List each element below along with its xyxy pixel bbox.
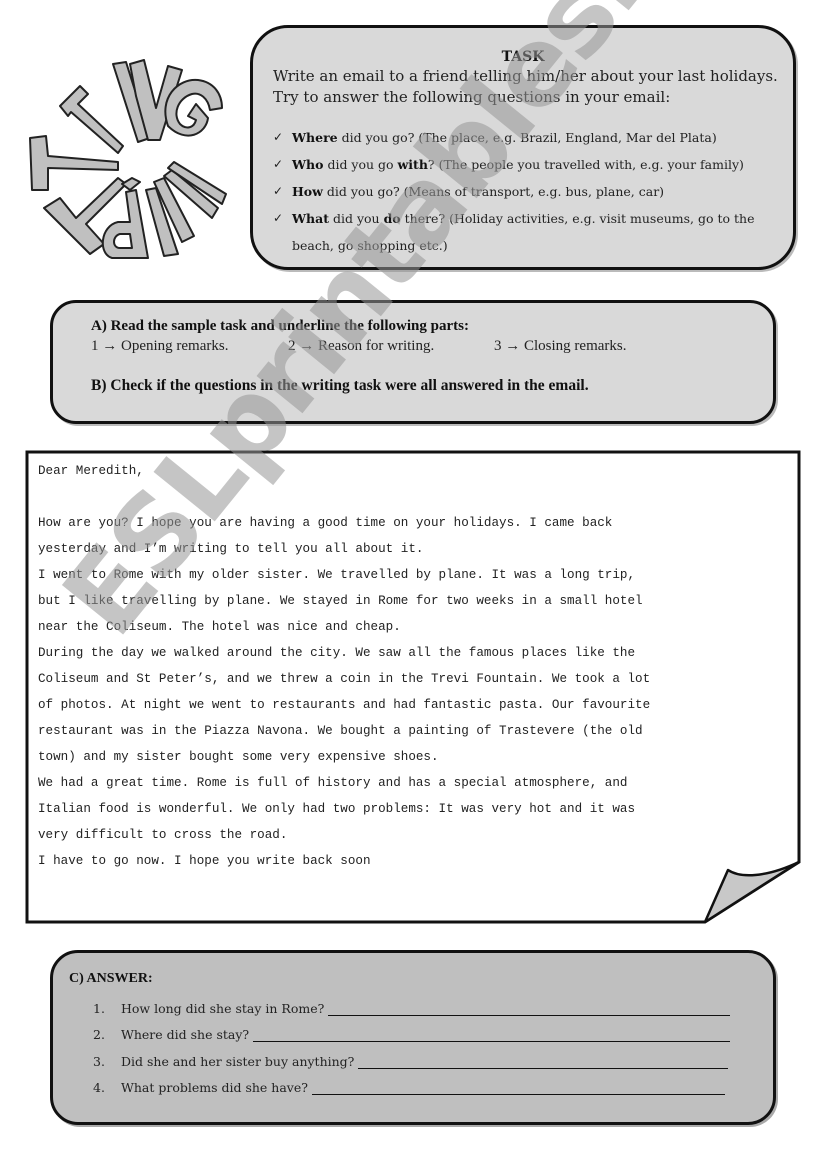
question-keyword: What bbox=[292, 211, 329, 226]
answer-question-item: 1. How long did she stay in Rome? bbox=[93, 989, 731, 1016]
question-text: did you bbox=[329, 211, 384, 226]
email-line: How are you? I hope you are having a goo… bbox=[38, 516, 613, 530]
check-mark-icon: ✓ bbox=[273, 157, 284, 171]
logo-letter-t2 bbox=[29, 135, 119, 191]
question-keyword: Where bbox=[292, 130, 338, 145]
instruction-b: B) Check if the questions in the writing… bbox=[91, 377, 589, 394]
answer-blank-line[interactable] bbox=[311, 1080, 725, 1095]
answer-box: C) ANSWER: 1. How long did she stay in R… bbox=[50, 950, 776, 1125]
task-question-item: ✓ What did you do there? (Holiday activi… bbox=[271, 205, 783, 259]
task-title: TASK bbox=[501, 49, 545, 65]
answer-question-item: 4. What problems did she have? bbox=[93, 1069, 730, 1095]
task-question-item: ✓ How did you go? (Means of transport, e… bbox=[271, 178, 783, 205]
question-text: did you go bbox=[323, 157, 398, 172]
question-keyword: with bbox=[397, 157, 428, 172]
answer-blank-line[interactable] bbox=[328, 1001, 731, 1016]
email-line: of photos. At night we went to restauran… bbox=[38, 698, 651, 712]
question-text: ? (The people you travelled with, e.g. y… bbox=[427, 157, 744, 172]
email-line: but I like travelling by plane. We staye… bbox=[38, 594, 643, 608]
email-line: very difficult to cross the road. bbox=[38, 828, 288, 842]
question-text: What problems did she have? bbox=[121, 1080, 308, 1095]
check-mark-icon: ✓ bbox=[273, 211, 284, 225]
task-question-item: ✓ Where did you go? (The place, e.g. Bra… bbox=[271, 124, 783, 151]
answer-title: C) ANSWER: bbox=[69, 971, 153, 986]
writing-logo-graphic bbox=[29, 59, 227, 259]
email-line: restaurant was in the Piazza Navona. We … bbox=[38, 724, 643, 738]
sample-email: Dear Meredith, How are you? I hope you a… bbox=[25, 450, 801, 924]
email-line: Italian food is wonderful. We only had t… bbox=[38, 802, 636, 816]
instructions-box: A) Read the sample task and underline th… bbox=[50, 300, 776, 424]
email-line: near the Coliseum. The hotel was nice an… bbox=[38, 620, 401, 634]
question-text: did you go? (Means of transport, e.g. bu… bbox=[322, 184, 665, 199]
answer-blank-line[interactable] bbox=[358, 1054, 729, 1069]
question-keyword: do bbox=[383, 211, 401, 226]
question-text: did you go? (The place, e.g. Brazil, Eng… bbox=[337, 130, 717, 145]
question-text: Did she and her sister buy anything? bbox=[121, 1053, 355, 1069]
question-keyword: How bbox=[292, 184, 323, 199]
question-keyword: Who bbox=[292, 157, 324, 172]
writing-logo bbox=[18, 58, 233, 263]
email-line: We had a great time. Rome is full of his… bbox=[38, 776, 628, 790]
part-opening-remarks: 1 → Opening remarks. bbox=[91, 338, 229, 354]
question-number: 2. bbox=[93, 1027, 105, 1042]
logo-letter-i2 bbox=[121, 177, 141, 191]
email-line: yesterday and I’m writing to tell you al… bbox=[38, 542, 424, 556]
task-question-item: ✓ Who did you go with? (The people you t… bbox=[271, 151, 783, 178]
email-line: Dear Meredith, bbox=[38, 464, 144, 478]
logo-letter-t1 bbox=[59, 85, 124, 154]
task-description: Write an email to a friend telling him/h… bbox=[273, 67, 778, 106]
email-body: Dear Meredith, How are you? I hope you a… bbox=[38, 458, 798, 874]
email-line: I have to go now. I hope you write back … bbox=[38, 854, 371, 868]
task-question-list: ✓ Where did you go? (The place, e.g. Bra… bbox=[271, 124, 783, 259]
email-line: I went to Rome with my older sister. We … bbox=[38, 568, 636, 582]
question-number: 1. bbox=[93, 1000, 105, 1016]
answer-question-item: 2. Where did she stay? bbox=[93, 1016, 731, 1042]
question-text: How long did she stay in Rome? bbox=[121, 1000, 325, 1016]
check-mark-icon: ✓ bbox=[273, 184, 284, 198]
email-line: During the day we walked around the city… bbox=[38, 646, 636, 660]
logo-letter-g bbox=[164, 78, 223, 137]
answer-question-list: 1. How long did she stay in Rome? 2. Whe… bbox=[93, 989, 731, 1095]
check-mark-icon: ✓ bbox=[273, 130, 284, 144]
part-closing-remarks: 3 → Closing remarks. bbox=[494, 338, 627, 354]
question-number: 3. bbox=[93, 1053, 105, 1069]
answer-question-item: 3. Did she and her sister buy anything? bbox=[93, 1042, 730, 1069]
question-text: Where did she stay? bbox=[121, 1027, 250, 1042]
question-number: 4. bbox=[93, 1080, 105, 1095]
part-reason-for-writing: 2 → Reason for writing. bbox=[288, 338, 435, 354]
email-line: Coliseum and St Peter’s, and we threw a … bbox=[38, 672, 651, 686]
task-box: TASK Write an email to a friend telling … bbox=[250, 25, 796, 270]
email-line: town) and my sister bought some very exp… bbox=[38, 750, 439, 764]
answer-blank-line[interactable] bbox=[253, 1027, 731, 1042]
instruction-a: A) Read the sample task and underline th… bbox=[91, 318, 469, 334]
instruction-parts: 1 → Opening remarks. 2 → Reason for writi… bbox=[91, 338, 627, 355]
email-line bbox=[38, 484, 798, 510]
